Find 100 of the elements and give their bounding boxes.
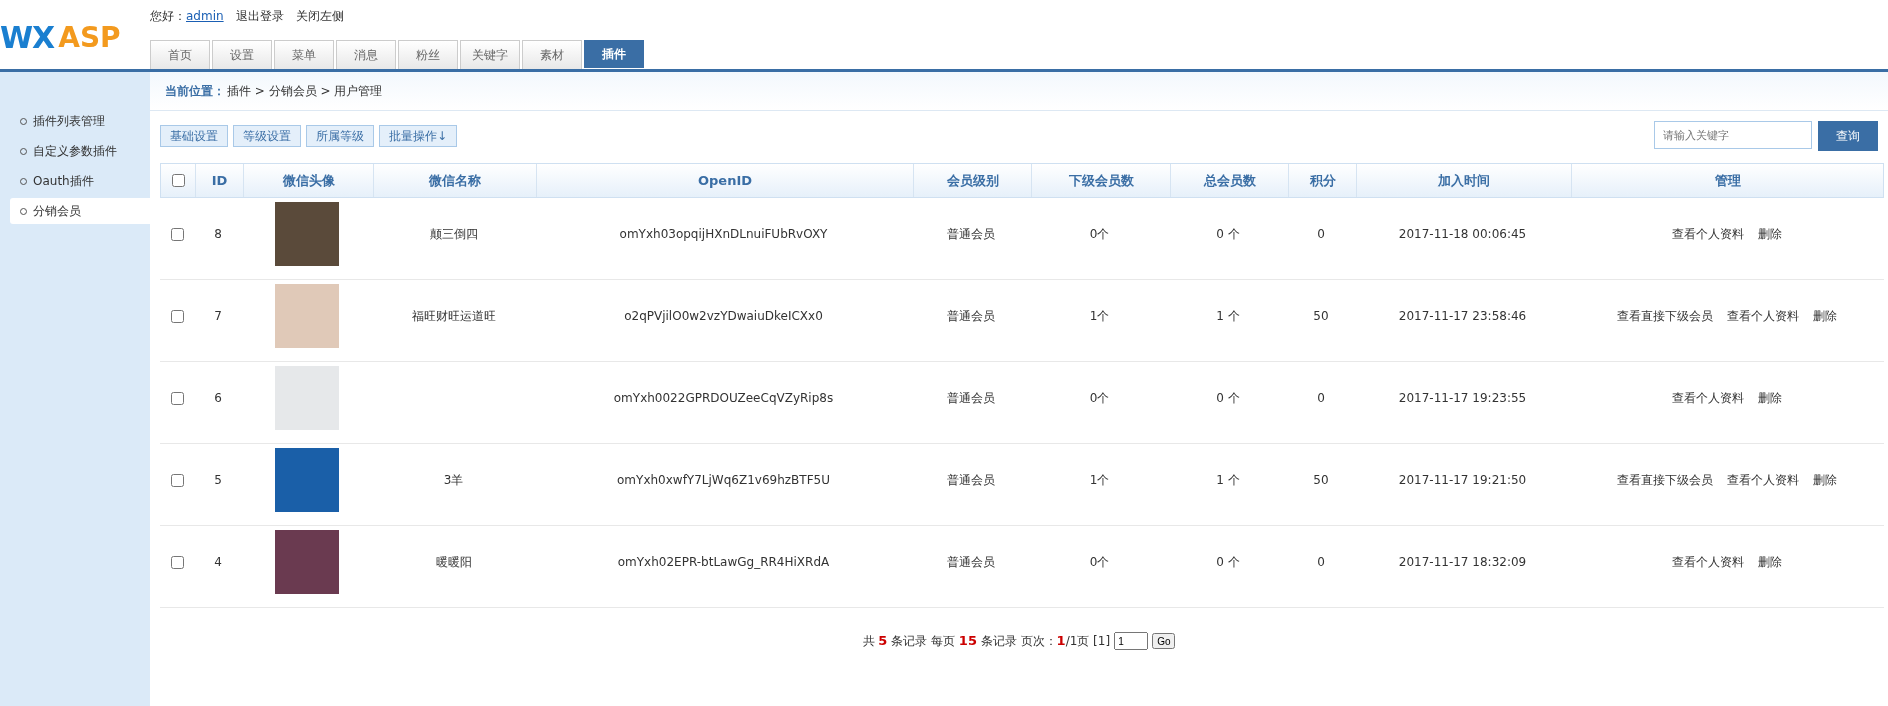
table-cell-text: omYxh03opqijHXnDLnuiFUbRvOXY [618,226,829,244]
action-link[interactable]: 删除 [1813,307,1837,325]
table-cell-text: 1个 [1088,307,1111,325]
table-cell-text: 2017-11-17 19:21:50 [1397,472,1528,490]
page-input[interactable]: 1 [1114,632,1149,650]
action-link[interactable]: 查看直接下级会员 [1617,307,1713,325]
header-link[interactable]: 退出登录 [235,8,284,25]
search-field[interactable]: 请输入关键字 [1654,121,1812,149]
row-checkbox[interactable] [170,227,184,241]
select-all-checkbox[interactable] [171,174,185,187]
table-cell-text: 0 [1316,554,1326,572]
table-cell-text: 普通会员 [946,553,996,571]
action-link[interactable]: 查看直接下级会员 [1617,471,1713,489]
logo-text: WX [0,20,55,55]
sidebar-item[interactable]: 插件列表管理 [0,108,150,134]
column-header: OpenID [536,164,913,197]
table-cell-text: 普通会员 [946,389,996,407]
action-link[interactable]: 查看个人资料 [1672,225,1744,243]
sidebar-item[interactable]: Oauth插件 [0,168,150,194]
table-cell-text: 2017-11-18 00:06:45 [1397,226,1528,244]
table-cell-text: 7 [213,308,223,326]
row-checkbox[interactable] [170,391,184,405]
table-cell-text: 0 [1316,226,1326,244]
nav-tab[interactable]: 设置 [212,40,272,69]
sidebar-item[interactable]: 自定义参数插件 [0,138,150,164]
toolbar-button[interactable]: 等级设置 [233,125,301,147]
table-cell-text: 2017-11-17 23:58:46 [1397,308,1528,326]
table-cell-text: omYxh0022GPRDOUZeeCqVZyRip8s [612,390,835,408]
table-cell-text: 4 [213,554,223,572]
header-link[interactable]: 关闭左侧 [295,8,344,25]
table-cell: 暖暖阳 [435,553,472,571]
action-link[interactable]: 删除 [1758,225,1782,243]
table-cell-text: 2017-11-17 18:32:09 [1397,554,1528,572]
table-cell-text: o2qPVjilO0w2vzYDwaiuDkeICXx0 [623,308,824,326]
table-cell-text: 1个 [1088,471,1111,489]
action-link[interactable]: 查看个人资料 [1727,307,1799,325]
column-header: 管理 [1571,164,1883,197]
table-cell: 3羊 [443,471,464,489]
table-cell-text: 普通会员 [946,471,996,489]
toolbar-button[interactable]: 基础设置 [160,125,228,147]
table-cell-text: omYxh0xwfY7LjWq6Z1v69hzBTF5U [616,472,831,490]
logo-text: ASP [58,21,121,54]
row-checkbox[interactable] [170,473,184,487]
table-cell-text: 50 [1312,472,1330,490]
row-checkbox[interactable] [170,309,184,323]
table-cell-text: 6 [213,390,223,408]
action-link[interactable]: 查看个人资料 [1672,553,1744,571]
table-cell-text: 普通会员 [946,307,996,325]
table-cell-text: 0个 [1088,225,1111,243]
table-cell-text: 50 [1312,308,1330,326]
sidebar-item[interactable]: 分销会员 [10,198,150,224]
table-cell-text: 1 个 [1215,307,1241,325]
table-cell-text: 2017-11-17 19:23:55 [1397,390,1528,408]
table-cell-text: 8 [213,226,223,244]
action-link[interactable]: 删除 [1758,389,1782,407]
column-header: 积分 [1288,164,1356,197]
nav-tab[interactable]: 首页 [150,40,210,69]
nav-tab[interactable]: 插件 [584,40,644,68]
go-button[interactable]: Go [1152,633,1176,649]
action-link[interactable]: 查看个人资料 [1727,471,1799,489]
table-cell: 颠三倒四 [429,225,478,243]
column-header: ID [195,164,243,197]
action-link[interactable]: 删除 [1758,553,1782,571]
column-header: 微信头像 [243,164,373,197]
nav-tab[interactable]: 素材 [522,40,582,69]
toolbar-button[interactable]: 所属等级 [306,125,374,147]
nav-tab[interactable]: 消息 [336,40,396,69]
nav-tab[interactable]: 关键字 [460,40,520,69]
table-cell: 福旺财旺运道旺 [411,307,496,325]
column-header: 总会员数 [1170,164,1288,197]
table-cell-text: 0个 [1088,553,1111,571]
table-cell-text: 1 个 [1215,471,1241,489]
table-cell-text: 0 个 [1215,389,1241,407]
table-cell-text: 5 [213,472,223,490]
search-button[interactable]: 查询 [1818,121,1878,151]
table-cell-text: 0 [1316,390,1326,408]
table-cell-text: 0 个 [1215,225,1241,243]
avatar-photo-placeholder [275,448,339,513]
nav-tab[interactable]: 粉丝 [398,40,458,69]
username-link[interactable]: admin [186,9,224,23]
row-checkbox[interactable] [170,555,184,569]
greeting: 您好： [150,9,186,23]
column-header: 会员级别 [913,164,1031,197]
table-cell-text: 0个 [1088,389,1111,407]
avatar-photo-placeholder [275,530,339,595]
avatar-photo-placeholder [275,284,339,349]
breadcrumb-path: 插件 > 分销会员 > 用户管理 [227,82,383,100]
column-header: 加入时间 [1356,164,1571,197]
action-link[interactable]: 查看个人资料 [1672,389,1744,407]
table-cell-text: 0 个 [1215,553,1241,571]
avatar-photo-placeholder [275,202,339,267]
nav-tab[interactable]: 菜单 [274,40,334,69]
table-cell-text: omYxh02EPR-btLawGg_RR4HiXRdA [616,554,831,572]
table-cell-text: 普通会员 [946,225,996,243]
column-header: 下级会员数 [1031,164,1170,197]
pagination-summary: 共 5 条记录 每页 15 条记录 页次：1/1页 [1] [862,632,1111,650]
action-link[interactable]: 删除 [1813,471,1837,489]
column-header: 微信名称 [373,164,536,197]
breadcrumb-label: 当前位置： [165,82,225,100]
toolbar-button[interactable]: 批量操作↓ [379,125,458,147]
